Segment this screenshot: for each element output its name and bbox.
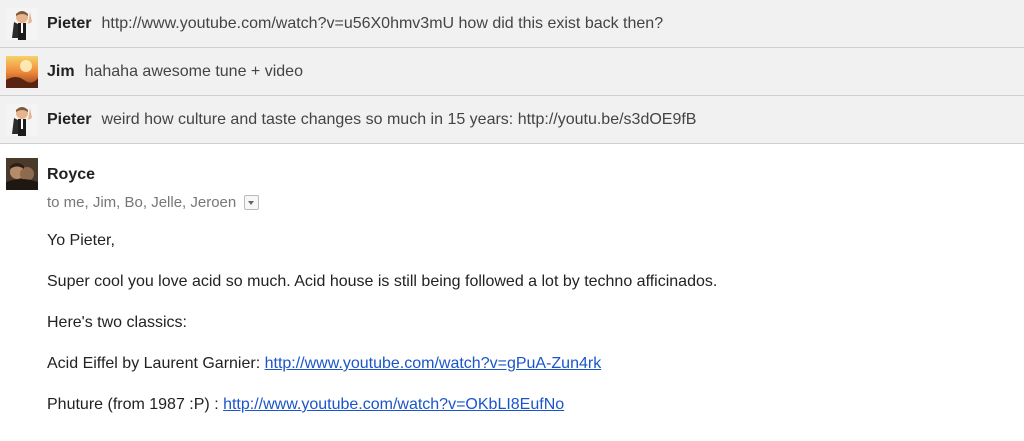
collapsed-message-1[interactable]: Pieter http://www.youtube.com/watch?v=u56… (0, 0, 1024, 48)
body-paragraph-2: Here's two classics: (47, 314, 187, 331)
message-sender: Pieter (47, 15, 92, 32)
open-message-sender: Royce (47, 166, 96, 183)
royce-avatar (6, 158, 38, 190)
classic-2-label: Phuture (from 1987 :P) : (47, 396, 224, 413)
message-snippet: http://www.youtube.com/watch?v=u56X0hmv3… (101, 15, 664, 32)
collapsed-message-3[interactable]: Pieter weird how culture and taste change… (0, 96, 1024, 144)
greeting-text: Yo Pieter, (47, 232, 115, 249)
details-dropdown-icon[interactable] (244, 195, 260, 210)
message-sender: Jim (47, 63, 75, 80)
pieter-avatar (6, 8, 38, 40)
recipients-text: to me, Jim, Bo, Jelle, Jeroen (47, 194, 237, 211)
pieter-avatar (6, 104, 38, 136)
classic-1-label: Acid Eiffel by Laurent Garnier: (47, 355, 265, 372)
body-paragraph-1: Super cool you love acid so much. Acid h… (47, 273, 718, 290)
jim-avatar (6, 56, 38, 88)
message-sender: Pieter (47, 111, 92, 128)
recipient-list: to me, Jim, Bo, Jelle, Jeroen (47, 194, 260, 211)
classic-1-link[interactable]: http://www.youtube.com/watch?v=gPuA-Zun4… (265, 355, 602, 372)
collapsed-message-2[interactable]: Jim hahaha awesome tune + video (0, 48, 1024, 96)
message-snippet: hahaha awesome tune + video (84, 63, 303, 80)
classic-1-line: Acid Eiffel by Laurent Garnier: http://w… (47, 355, 601, 373)
classic-2-link[interactable]: http://www.youtube.com/watch?v=OKbLI8Euf… (223, 396, 564, 413)
message-snippet: weird how culture and taste changes so m… (101, 111, 697, 128)
classic-2-line: Phuture (from 1987 :P) : http://www.yout… (47, 396, 564, 414)
